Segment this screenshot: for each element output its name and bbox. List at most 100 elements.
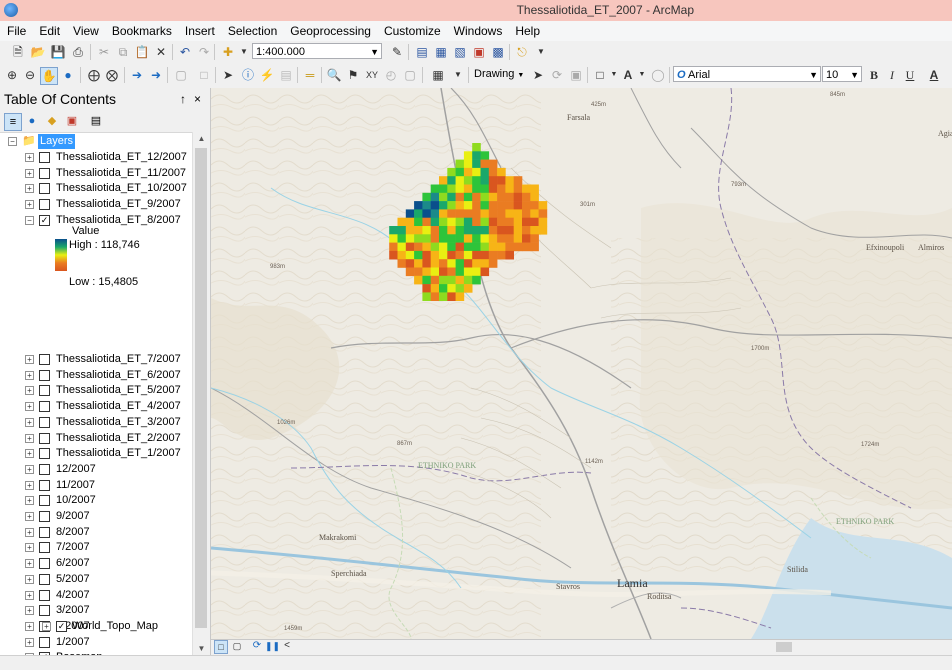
- layer-visibility-checkbox[interactable]: [39, 416, 50, 428]
- layers-root-row[interactable]: − 📁 Layers: [0, 134, 190, 149]
- layer-visibility-checkbox[interactable]: [39, 558, 50, 570]
- refresh-icon[interactable]: ⟳: [251, 640, 263, 652]
- expand-icon[interactable]: +: [25, 637, 34, 647]
- layer-label[interactable]: Thessaliotida_ET_10/2007: [56, 181, 187, 196]
- layer-visibility-checkbox[interactable]: [39, 183, 50, 195]
- zoom-in-icon[interactable]: ⊕: [4, 67, 20, 83]
- list-by-drawing-order-icon[interactable]: ≡: [4, 113, 22, 131]
- scroll-up-icon[interactable]: ▲: [193, 134, 210, 143]
- layer-row[interactable]: +3/2007: [0, 603, 190, 618]
- horizontal-scroll-thumb[interactable]: [776, 642, 792, 652]
- save-icon[interactable]: 💾: [50, 44, 66, 60]
- expand-icon[interactable]: +: [25, 386, 34, 396]
- rotate-icon[interactable]: ⟳: [549, 67, 565, 83]
- layer-label[interactable]: Thessaliotida_ET_2/2007: [56, 431, 181, 446]
- menu-selection[interactable]: Selection: [221, 21, 283, 38]
- options-icon[interactable]: ▤: [88, 113, 104, 129]
- pin-icon[interactable]: ↑: [180, 88, 186, 110]
- undo-icon[interactable]: ↶: [177, 44, 193, 60]
- layer-visibility-checkbox[interactable]: [39, 199, 50, 211]
- menu-geoprocessing[interactable]: Geoprocessing: [283, 21, 377, 38]
- layer-visibility-checkbox[interactable]: [39, 526, 50, 538]
- edit-vertices-icon[interactable]: ◯: [650, 67, 666, 83]
- italic-button[interactable]: I: [884, 67, 900, 83]
- table-of-contents-icon[interactable]: ▤: [414, 44, 430, 60]
- layer-visibility-checkbox[interactable]: [39, 511, 50, 522]
- menu-view[interactable]: View: [66, 21, 105, 38]
- expand-icon[interactable]: +: [25, 153, 34, 162]
- cut-icon[interactable]: ✂: [96, 44, 112, 60]
- layer-label[interactable]: Thessaliotida_ET_12/2007: [56, 150, 187, 165]
- identify-icon[interactable]: ⓘ: [240, 67, 256, 83]
- editor-toolbar-icon[interactable]: ✎: [389, 44, 405, 60]
- map-scale-combo[interactable]: 1:400.000 ▼: [252, 43, 382, 59]
- time-slider-icon[interactable]: ◴: [383, 67, 399, 83]
- menu-file[interactable]: File: [0, 21, 32, 38]
- find-icon[interactable]: 🔍: [326, 67, 342, 83]
- menu-windows[interactable]: Windows: [447, 21, 509, 38]
- layers-root-label[interactable]: Layers: [38, 134, 76, 149]
- arctoolbox-icon[interactable]: ▣: [471, 44, 487, 60]
- layer-row[interactable]: + Thessaliotida_ET_12/2007: [0, 150, 190, 165]
- draw-select-icon[interactable]: ➤: [530, 67, 546, 83]
- expand-icon[interactable]: −: [25, 215, 34, 225]
- open-folder-icon[interactable]: 📂: [30, 44, 46, 60]
- layer-label[interactable]: 9/2007: [56, 509, 90, 524]
- text-dropdown-icon[interactable]: ▼: [634, 67, 650, 83]
- expand-icon[interactable]: +: [25, 370, 34, 380]
- layer-label[interactable]: 5/2007: [56, 572, 90, 587]
- layer-visibility-checkbox[interactable]: [39, 542, 50, 554]
- underline-button[interactable]: U: [902, 67, 918, 83]
- print-icon[interactable]: ⎙: [70, 44, 86, 60]
- layer-row[interactable]: + Thessaliotida_ET_2/2007: [0, 431, 190, 446]
- layer-row[interactable]: +1/2007: [0, 635, 190, 650]
- layout-view-button[interactable]: ▢: [231, 640, 243, 652]
- measure-icon[interactable]: ═: [302, 67, 318, 83]
- layer-row[interactable]: + Thessaliotida_ET_9/2007: [0, 197, 190, 212]
- layer-label[interactable]: 12/2007: [56, 462, 96, 477]
- scroll-left-icon[interactable]: <: [281, 640, 293, 652]
- layer-row[interactable]: + Thessaliotida_ET_7/2007: [0, 352, 190, 367]
- zoom-to-elements-icon[interactable]: ▣: [568, 67, 584, 83]
- go-to-xy-icon[interactable]: XY: [364, 67, 380, 83]
- layer-row[interactable]: + Thessaliotida_ET_4/2007: [0, 399, 190, 414]
- layer-label[interactable]: 10/2007: [56, 493, 96, 508]
- list-by-visibility-icon[interactable]: ◆: [44, 113, 60, 129]
- basemap-child-row[interactable]: + ✓ World_Topo_Map: [0, 619, 190, 634]
- expand-icon[interactable]: +: [25, 480, 34, 490]
- toolbar2-options-icon[interactable]: ▼: [450, 67, 466, 83]
- menu-help[interactable]: Help: [508, 21, 546, 38]
- layer-label[interactable]: Thessaliotida_ET_4/2007: [56, 399, 181, 414]
- layer-label[interactable]: 7/2007: [56, 540, 90, 555]
- select-elements-icon[interactable]: ➤: [220, 67, 236, 83]
- layer-visibility-checkbox[interactable]: [39, 479, 50, 491]
- font-name-combo[interactable]: O Arial ▼: [673, 66, 821, 82]
- layer-label[interactable]: Thessaliotida_ET_11/2007: [56, 166, 186, 181]
- expand-icon[interactable]: +: [25, 527, 34, 537]
- font-color-button[interactable]: A: [926, 67, 942, 83]
- layer-row[interactable]: +6/2007: [0, 556, 190, 571]
- menu-edit[interactable]: Edit: [32, 21, 66, 38]
- layer-label[interactable]: 11/2007: [56, 478, 95, 493]
- layer-visibility-checkbox[interactable]: [39, 463, 50, 475]
- layer-label[interactable]: Thessaliotida_ET_3/2007: [56, 415, 181, 430]
- pan-icon[interactable]: ✋: [40, 67, 58, 85]
- layer-row[interactable]: + Thessaliotida_ET_11/2007: [0, 166, 190, 181]
- layer-row[interactable]: +7/2007: [0, 540, 190, 555]
- select-features-icon[interactable]: ▢: [173, 67, 189, 83]
- layer-row[interactable]: + Thessaliotida_ET_5/2007: [0, 383, 190, 398]
- back-extent-icon[interactable]: ➔: [129, 67, 145, 83]
- layer-row[interactable]: + Thessaliotida_ET_3/2007: [0, 415, 190, 430]
- python-window-icon[interactable]: ▩: [490, 44, 506, 60]
- html-popup-icon[interactable]: ▤: [278, 67, 294, 83]
- layer-label[interactable]: 3/2007: [56, 603, 90, 618]
- new-document-icon[interactable]: 🗎: [10, 44, 26, 60]
- menu-bookmarks[interactable]: Bookmarks: [105, 21, 178, 38]
- data-view-button[interactable]: □: [214, 640, 228, 654]
- layer-visibility-checkbox[interactable]: [39, 573, 50, 585]
- layer-label[interactable]: Thessaliotida_ET_1/2007: [56, 446, 181, 461]
- expand-icon[interactable]: +: [25, 433, 34, 443]
- search-window-icon[interactable]: ▧: [452, 44, 468, 60]
- menu-customize[interactable]: Customize: [377, 21, 447, 38]
- model-builder-icon[interactable]: ⎋: [514, 44, 530, 60]
